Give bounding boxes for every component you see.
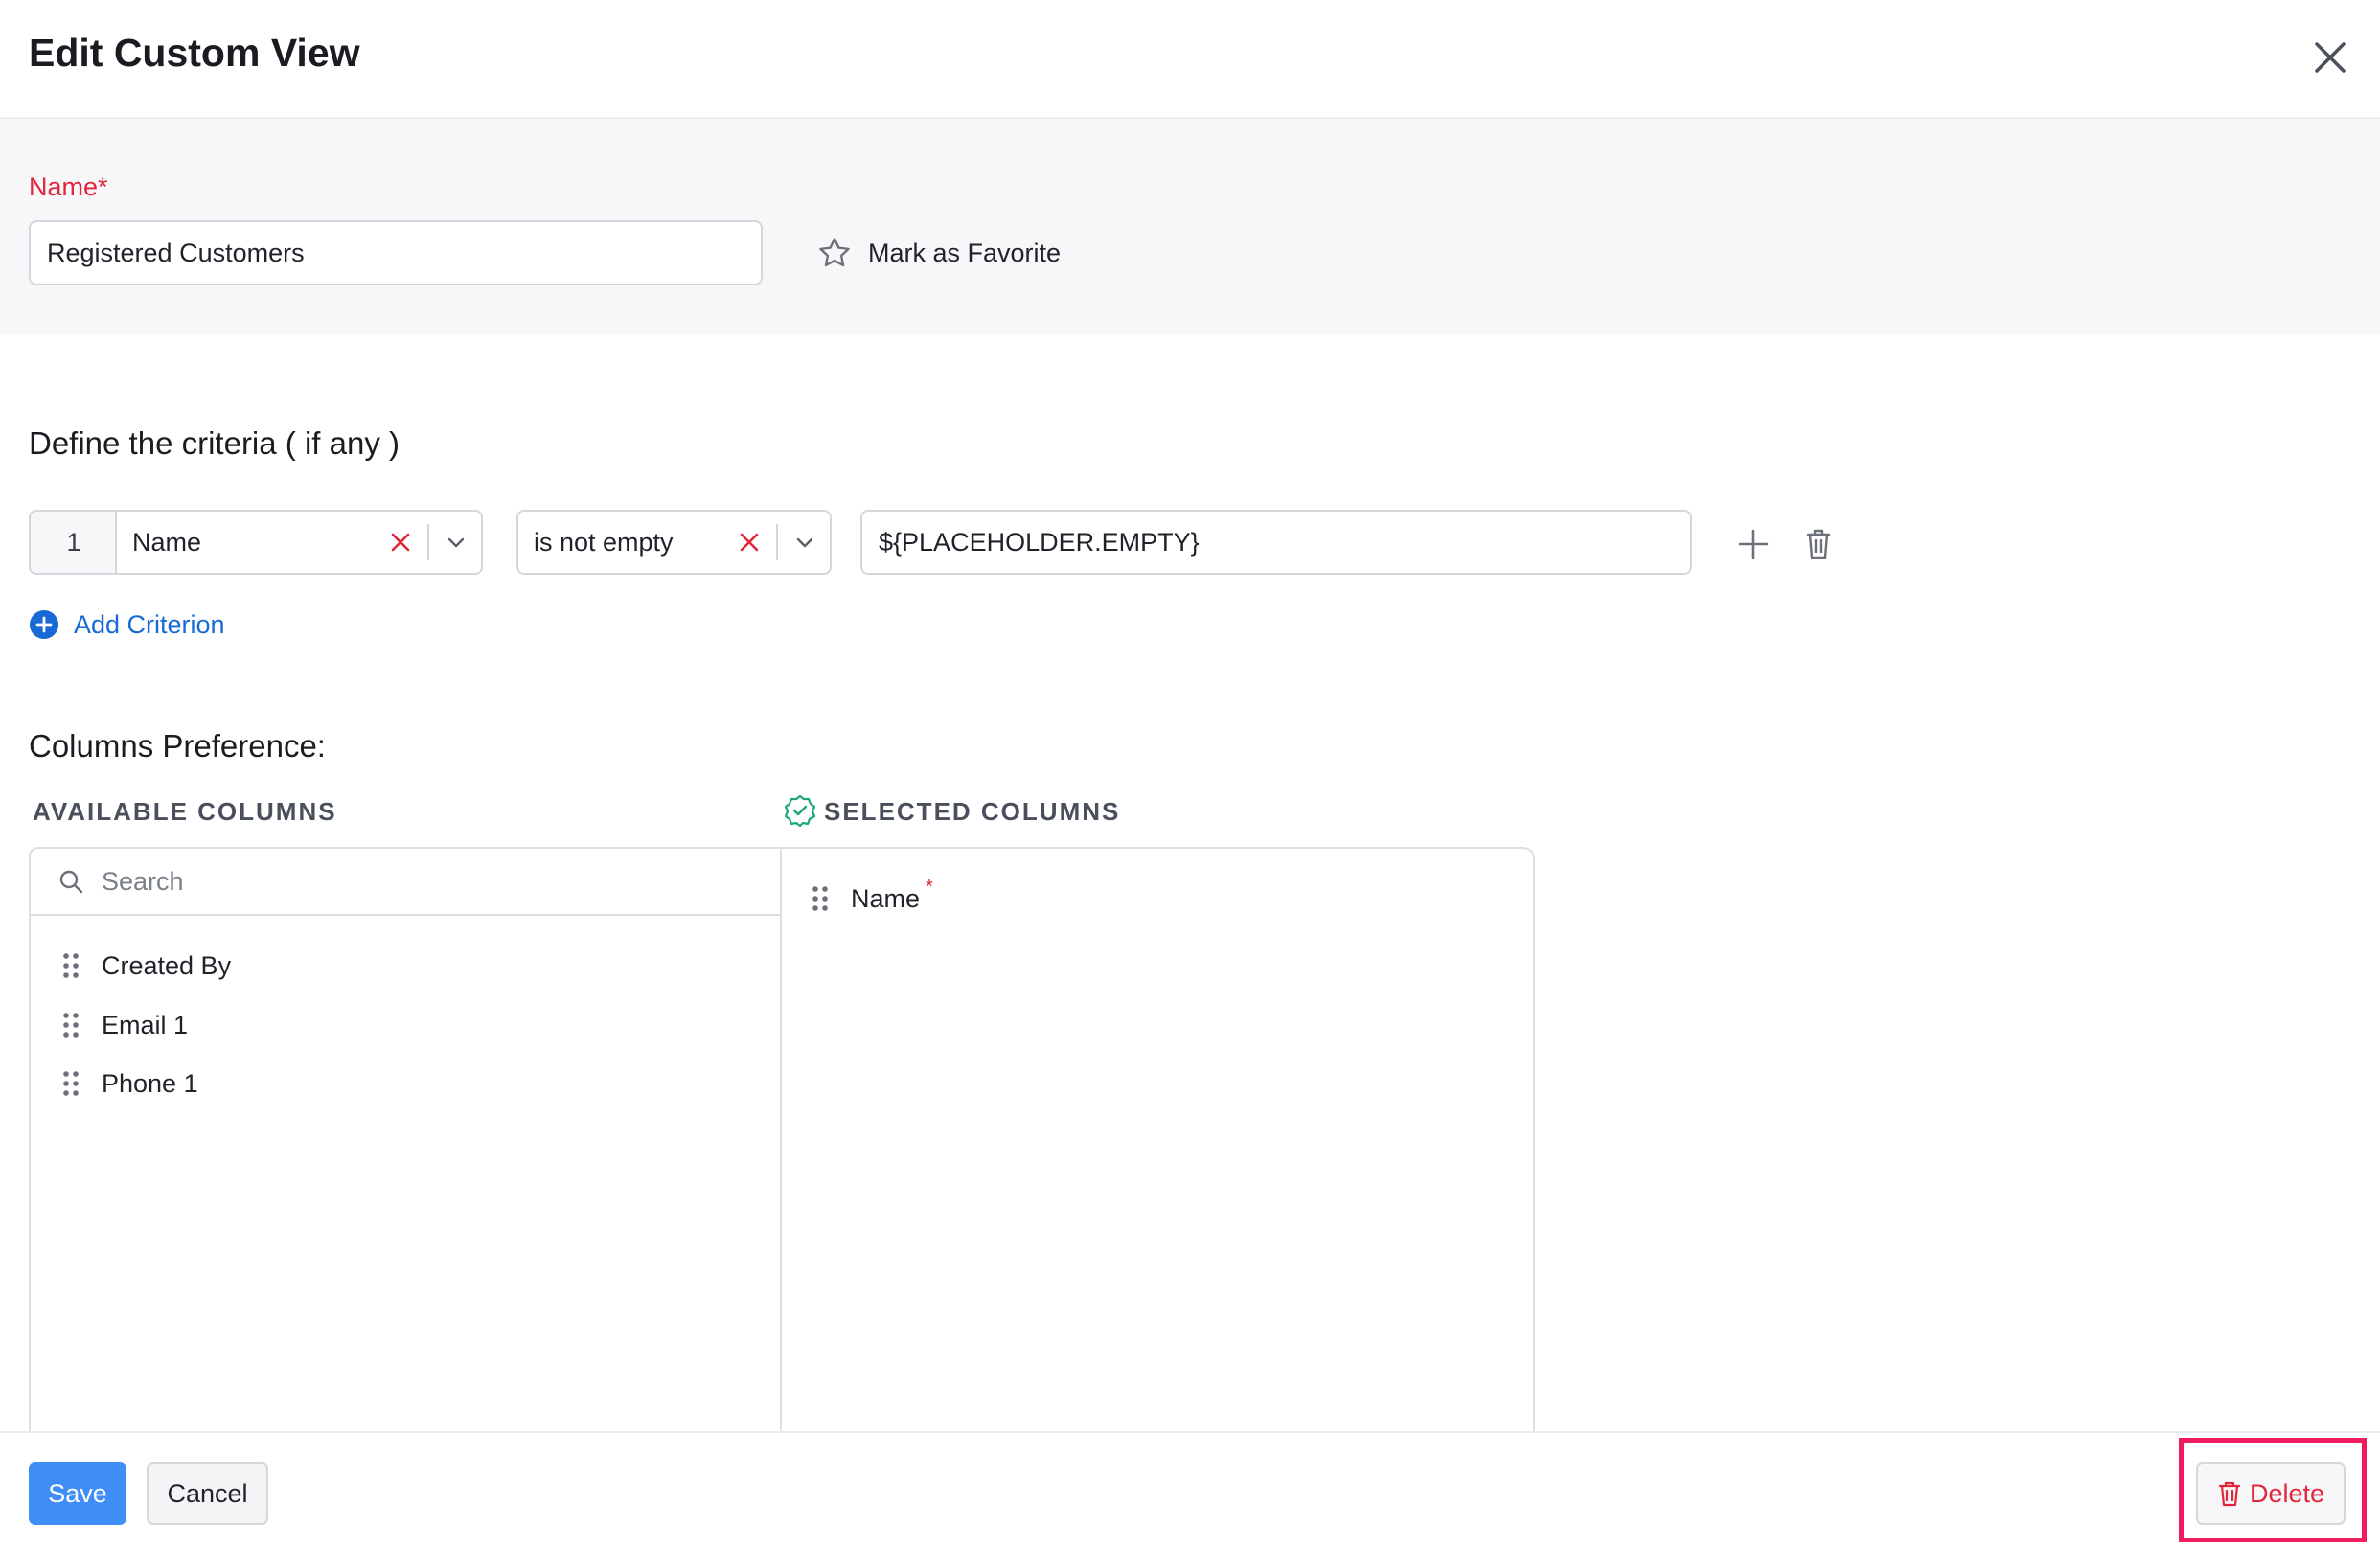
required-marker: * [926, 876, 933, 898]
cancel-button[interactable]: Cancel [147, 1462, 268, 1525]
available-column-label: Email 1 [102, 1010, 189, 1039]
clear-field-icon[interactable] [381, 523, 420, 561]
chevron-down-icon[interactable] [786, 523, 824, 561]
add-criterion-label: Add Criterion [74, 609, 225, 639]
search-icon [59, 870, 83, 894]
selected-column-label: Name [851, 883, 921, 913]
criterion-field-select[interactable]: Name [115, 510, 483, 575]
criterion-value-input[interactable] [860, 510, 1692, 575]
selected-columns-heading: SELECTED COLUMNS [824, 797, 1121, 826]
criterion-operator-value: is not empty [534, 527, 674, 557]
favorite-label: Mark as Favorite [868, 238, 1062, 267]
select-divider [776, 524, 778, 560]
drag-handle-icon[interactable] [811, 884, 830, 913]
criterion-index: 1 [29, 510, 117, 575]
chevron-down-icon[interactable] [437, 523, 475, 561]
selected-columns-header: SELECTED COLUMNS [784, 795, 1121, 830]
delete-label: Delete [2249, 1478, 2325, 1508]
dialog-title: Edit Custom View [29, 31, 360, 75]
close-icon[interactable] [2309, 36, 2351, 79]
available-column-item[interactable]: Email 1 [61, 1006, 188, 1044]
check-badge-icon [784, 795, 816, 828]
selected-column-item[interactable]: Name * [811, 876, 933, 918]
name-label: Name* [29, 172, 108, 201]
criterion-operator-select[interactable]: is not empty [516, 510, 832, 575]
clear-operator-icon[interactable] [730, 523, 768, 561]
trash-icon [2218, 1481, 2241, 1507]
dialog-footer [0, 1431, 2380, 1552]
plus-circle-icon [30, 610, 58, 639]
mark-favorite-toggle[interactable]: Mark as Favorite [816, 234, 1061, 272]
dialog-header: Edit Custom View [0, 0, 2380, 119]
available-column-item[interactable]: Created By [61, 947, 231, 985]
add-criterion-button[interactable]: Add Criterion [29, 605, 225, 644]
star-outline-icon [819, 238, 850, 267]
drag-handle-icon[interactable] [61, 1011, 80, 1039]
available-columns-heading: AVAILABLE COLUMNS [33, 797, 337, 826]
column-search [31, 849, 780, 916]
save-button[interactable]: Save [29, 1462, 126, 1525]
delete-button[interactable]: Delete [2196, 1462, 2346, 1525]
columns-heading: Columns Preference: [29, 728, 326, 764]
criteria-heading: Define the criteria ( if any ) [29, 425, 400, 461]
available-column-label: Created By [102, 950, 232, 980]
name-input[interactable] [29, 220, 763, 285]
delete-row-trash-icon[interactable] [1797, 523, 1840, 565]
column-search-input[interactable] [102, 866, 676, 897]
available-column-item[interactable]: Phone 1 [61, 1064, 198, 1103]
criterion-field-value: Name [132, 527, 202, 557]
drag-handle-icon[interactable] [61, 1069, 80, 1098]
drag-handle-icon[interactable] [61, 951, 80, 980]
add-row-plus-icon[interactable] [1732, 523, 1774, 565]
available-column-label: Phone 1 [102, 1068, 198, 1098]
select-divider [427, 524, 429, 560]
